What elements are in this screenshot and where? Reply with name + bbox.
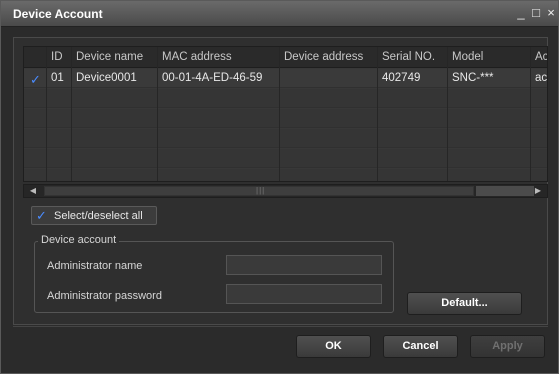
table-row <box>24 149 547 168</box>
select-all-checkbox[interactable]: ✓ Select/deselect all <box>31 206 157 225</box>
cell-model: SNC-*** <box>452 72 494 84</box>
default-button[interactable]: Default... <box>407 292 522 315</box>
table-row <box>24 169 547 181</box>
checkmark-icon: ✓ <box>36 208 47 223</box>
cell-mac-address: 00-01-4A-ED-46-59 <box>162 72 263 84</box>
cell-account: ac <box>535 72 548 84</box>
column-separator <box>46 47 47 181</box>
column-separator <box>377 47 378 181</box>
select-all-label: Select/deselect all <box>54 210 143 222</box>
cell-id: 01 <box>51 72 64 84</box>
column-header-id[interactable]: ID <box>51 51 63 63</box>
window-title: Device Account <box>13 7 103 21</box>
cancel-button[interactable]: Cancel <box>383 335 458 358</box>
column-header-mac-address[interactable]: MAC address <box>162 51 232 63</box>
scroll-left-icon[interactable]: ◀ <box>26 185 40 197</box>
administrator-password-input[interactable] <box>226 284 382 304</box>
cell-device-name: Device0001 <box>76 72 137 84</box>
column-header-serial-no[interactable]: Serial NO. <box>382 51 435 63</box>
apply-button[interactable]: Apply <box>470 335 545 358</box>
table-row[interactable]: ✓ 01 Device0001 00-01-4A-ED-46-59 402749… <box>24 69 548 88</box>
column-header-account[interactable]: Ac <box>535 51 547 63</box>
table-row <box>24 89 547 108</box>
scrollbar-track[interactable] <box>476 186 534 196</box>
administrator-password-label: Administrator password <box>47 290 162 302</box>
device-account-window: Device Account _ □ × ID Device name MAC … <box>0 0 559 374</box>
column-separator <box>279 47 280 181</box>
cell-serial-no: 402749 <box>382 72 421 84</box>
device-account-legend: Device account <box>38 234 120 246</box>
horizontal-scrollbar[interactable]: ◀ ||| ▶ <box>23 184 548 198</box>
device-table: ID Device name MAC address Device addres… <box>23 46 548 182</box>
column-separator <box>530 47 531 181</box>
column-header-model[interactable]: Model <box>452 51 483 63</box>
administrator-name-input[interactable] <box>226 255 382 275</box>
administrator-name-label: Administrator name <box>47 260 143 272</box>
row-checkbox[interactable]: ✓ <box>30 73 43 86</box>
column-separator <box>447 47 448 181</box>
divider <box>13 326 548 327</box>
scrollbar-thumb[interactable]: ||| <box>44 186 474 196</box>
ok-button[interactable]: OK <box>296 335 371 358</box>
close-icon[interactable]: × <box>544 6 558 20</box>
table-header: ID Device name MAC address Device addres… <box>24 47 547 68</box>
title-bar[interactable]: Device Account _ □ × <box>1 1 558 27</box>
table-row <box>24 129 547 148</box>
minimize-icon[interactable]: _ <box>514 6 528 20</box>
table-row <box>24 109 547 128</box>
column-header-device-name[interactable]: Device name <box>76 51 143 63</box>
column-separator <box>71 47 72 181</box>
column-separator <box>157 47 158 181</box>
scrollbar-grip-icon: ||| <box>256 186 266 195</box>
scroll-right-icon[interactable]: ▶ <box>531 185 545 197</box>
column-header-device-address[interactable]: Device address <box>284 51 363 63</box>
maximize-icon[interactable]: □ <box>529 6 543 20</box>
